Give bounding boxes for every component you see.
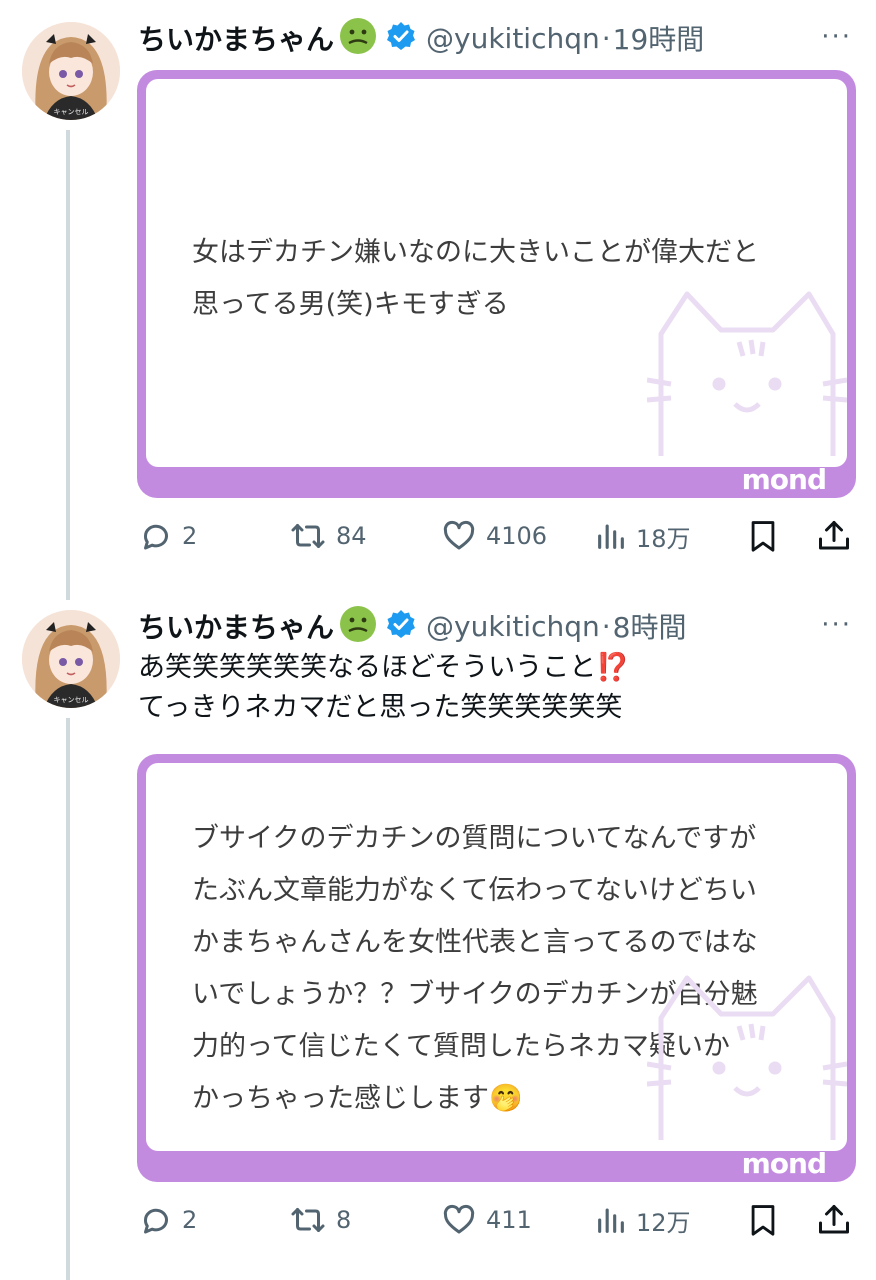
- bookmark-button[interactable]: [746, 516, 780, 556]
- views-button[interactable]: 12万: [594, 1200, 691, 1240]
- bookmark-button[interactable]: [746, 1200, 780, 1240]
- tweet-text-line: てっきりネカマだと思った笑笑笑笑笑笑: [138, 692, 623, 723]
- svg-text:キャンセル: キャンセル: [54, 108, 89, 116]
- tweet-1[interactable]: キャンセル ちいかまちゃん @yukitichqn · 19時間 ··· 女はデ…: [0, 0, 876, 600]
- retweet-icon: [291, 1208, 325, 1232]
- nauseated-face-icon: [338, 16, 378, 60]
- card-line: 女はデカチン嫌いなのに大きいことが偉大だと: [192, 237, 759, 268]
- more-options-button[interactable]: ···: [821, 610, 852, 640]
- card-brand: mond: [741, 463, 827, 496]
- bookmark-icon: [751, 1205, 775, 1236]
- views-count: 18万: [636, 524, 691, 553]
- views-icon: [598, 1208, 624, 1233]
- like-button[interactable]: 411: [440, 1200, 532, 1240]
- card-brand: mond: [741, 1147, 827, 1180]
- reply-icon: [144, 524, 168, 550]
- thread-line: [66, 130, 70, 600]
- separator: ·: [601, 21, 611, 55]
- display-name[interactable]: ちいかまちゃん: [138, 606, 334, 646]
- share-icon: [819, 521, 849, 550]
- handle[interactable]: @yukitichqn: [426, 22, 600, 55]
- views-icon: [598, 524, 624, 549]
- retweet-button[interactable]: 84: [288, 516, 367, 556]
- reply-button[interactable]: 2: [138, 1200, 197, 1240]
- thread-line: [66, 718, 70, 1280]
- tweet-text-line: あ笑笑笑笑笑笑なるほどそういうこと⁉️: [138, 652, 630, 683]
- tweet-text: あ笑笑笑笑笑笑なるほどそういうこと⁉️ てっきりネカマだと思った笑笑笑笑笑笑: [138, 648, 630, 728]
- timestamp[interactable]: 19時間: [613, 18, 705, 58]
- retweet-count: 84: [336, 522, 367, 550]
- card-line: かまちゃんさんを女性代表と言ってるのではな: [192, 927, 758, 958]
- views-button[interactable]: 18万: [594, 516, 691, 556]
- more-options-button[interactable]: ···: [821, 22, 852, 52]
- action-bar: 2 84 4106 18万: [138, 516, 854, 556]
- handle[interactable]: @yukitichqn: [426, 610, 600, 643]
- retweet-button[interactable]: 8: [288, 1200, 351, 1240]
- reply-icon: [144, 1208, 168, 1234]
- card-line: ブサイクのデカチンの質問についてなんですが: [192, 823, 757, 854]
- views-count: 12万: [636, 1208, 691, 1237]
- tweet-header: ちいかまちゃん @yukitichqn · 19時間: [138, 18, 704, 58]
- separator: ·: [601, 609, 611, 643]
- verified-badge-icon[interactable]: [386, 609, 416, 643]
- share-button[interactable]: [816, 516, 852, 556]
- card-line: たぶん文章能力がなくて伝わってないけどちい: [192, 875, 757, 906]
- like-count: 4106: [486, 522, 548, 550]
- avatar[interactable]: キャンセル: [22, 22, 120, 120]
- reply-count: 2: [182, 522, 198, 550]
- image-card[interactable]: 女はデカチン嫌いなのに大きいことが偉大だと 思ってる男(笑)キモすぎる mond: [137, 70, 856, 498]
- heart-icon: [443, 520, 475, 550]
- verified-badge-icon[interactable]: [386, 21, 416, 55]
- tweet-2[interactable]: キャンセル ちいかまちゃん @yukitichqn · 8時間 ··· あ笑笑笑…: [0, 590, 876, 1280]
- reply-button[interactable]: 2: [138, 516, 197, 556]
- cat-watermark-icon: [647, 291, 847, 456]
- share-button[interactable]: [816, 1200, 852, 1240]
- avatar[interactable]: キャンセル: [22, 610, 120, 708]
- svg-text:キャンセル: キャンセル: [54, 696, 89, 704]
- bookmark-icon: [751, 521, 775, 552]
- tweet-header: ちいかまちゃん @yukitichqn · 8時間: [138, 606, 686, 646]
- display-name[interactable]: ちいかまちゃん: [138, 18, 334, 58]
- heart-icon: [443, 1204, 475, 1234]
- share-icon: [819, 1205, 849, 1234]
- cat-watermark-icon: [647, 975, 847, 1140]
- action-bar: 2 8 411 12万: [138, 1200, 854, 1240]
- timestamp[interactable]: 8時間: [613, 606, 687, 646]
- nauseated-face-icon: [338, 604, 378, 648]
- retweet-icon: [291, 524, 325, 548]
- like-button[interactable]: 4106: [440, 516, 547, 556]
- like-count: 411: [486, 1206, 532, 1234]
- image-card[interactable]: ブサイクのデカチンの質問についてなんですが たぶん文章能力がなくて伝わってないけ…: [137, 754, 856, 1182]
- reply-count: 2: [182, 1206, 198, 1234]
- retweet-count: 8: [336, 1206, 352, 1234]
